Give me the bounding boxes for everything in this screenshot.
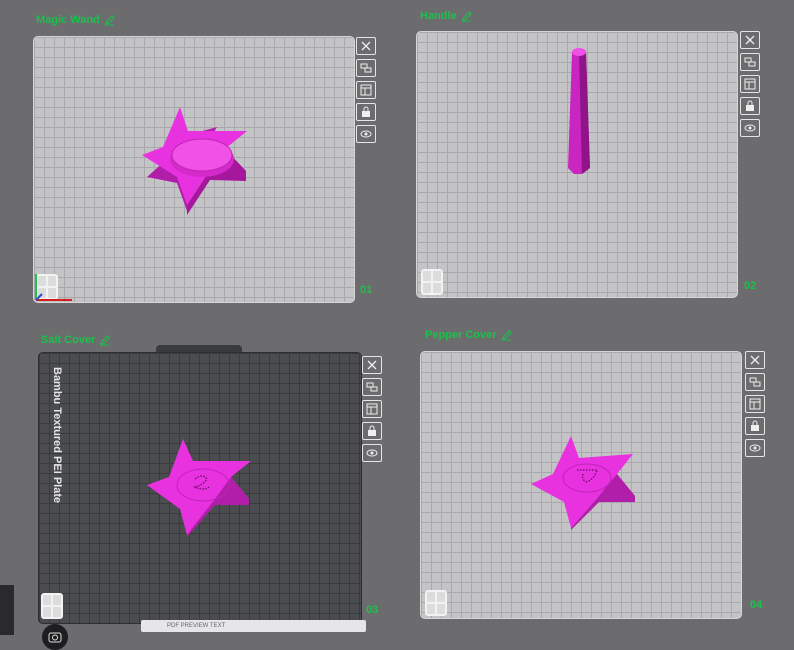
eye-icon[interactable]: [745, 439, 765, 457]
edit-icon[interactable]: [501, 329, 512, 341]
plate-number-3: 03: [366, 604, 379, 616]
arrange-icon[interactable]: [740, 53, 760, 71]
plate-title-text: Pepper Cover: [425, 329, 497, 341]
build-plate-3[interactable]: Bambu Textured PEI Plate: [38, 352, 362, 624]
plate-toolbar-2: [740, 31, 760, 137]
layout-icon[interactable]: [362, 400, 382, 418]
arrange-icon[interactable]: [362, 378, 382, 396]
close-icon[interactable]: [356, 37, 376, 55]
model-magic-wand[interactable]: [142, 107, 248, 215]
edit-icon[interactable]: [99, 334, 111, 346]
lock-icon[interactable]: [745, 417, 765, 435]
plate-title-text: Salt Cover: [41, 334, 96, 346]
footer-bar: PDF PREVIEW TEXT: [141, 620, 366, 632]
plate-number-4: 04: [750, 599, 763, 611]
plate-title-2[interactable]: Handle: [420, 10, 472, 22]
plate-type-icon: [421, 269, 443, 295]
build-plate-4[interactable]: [420, 351, 742, 619]
close-icon[interactable]: [745, 351, 765, 369]
build-plate-1[interactable]: [33, 36, 355, 303]
plate-type-icon: [425, 590, 447, 616]
axis-icon: [35, 274, 72, 301]
side-strip: [0, 585, 14, 635]
footer-text: PDF PREVIEW TEXT: [167, 623, 226, 629]
bed-label: Bambu Textured PEI Plate: [51, 367, 63, 504]
eye-icon[interactable]: [362, 444, 382, 462]
edit-icon[interactable]: [461, 10, 472, 22]
layout-icon[interactable]: [356, 81, 376, 99]
arrange-icon[interactable]: [356, 59, 376, 77]
plate-title-text: Handle: [420, 10, 457, 22]
lock-icon[interactable]: [740, 97, 760, 115]
model-pepper-cover[interactable]: [531, 436, 637, 530]
lock-icon[interactable]: [356, 103, 376, 121]
layout-icon[interactable]: [745, 395, 765, 413]
plate-type-icon: [41, 593, 63, 619]
plate-title-3[interactable]: Salt Cover: [41, 334, 111, 346]
plate-toolbar-3: [362, 356, 382, 462]
model-salt-cover[interactable]: [147, 439, 253, 537]
arrange-icon[interactable]: [745, 373, 765, 391]
plate-title-text: Magic Wand: [36, 14, 100, 26]
eye-icon[interactable]: [740, 119, 760, 137]
close-icon[interactable]: [740, 31, 760, 49]
camera-button[interactable]: [42, 624, 68, 650]
plate-toolbar-4: [745, 351, 765, 457]
model-handle[interactable]: [564, 46, 594, 176]
build-plate-2[interactable]: [416, 31, 738, 298]
plate-title-4[interactable]: Pepper Cover: [425, 329, 512, 341]
layout-icon[interactable]: [740, 75, 760, 93]
camera-icon: [48, 632, 62, 643]
plate-number-2: 02: [744, 280, 757, 292]
plate-number-1: 01: [360, 284, 373, 296]
edit-icon[interactable]: [104, 14, 115, 26]
plate-title-1[interactable]: Magic Wand: [36, 14, 115, 26]
lock-icon[interactable]: [362, 422, 382, 440]
plate-toolbar-1: [356, 37, 376, 143]
eye-icon[interactable]: [356, 125, 376, 143]
close-icon[interactable]: [362, 356, 382, 374]
